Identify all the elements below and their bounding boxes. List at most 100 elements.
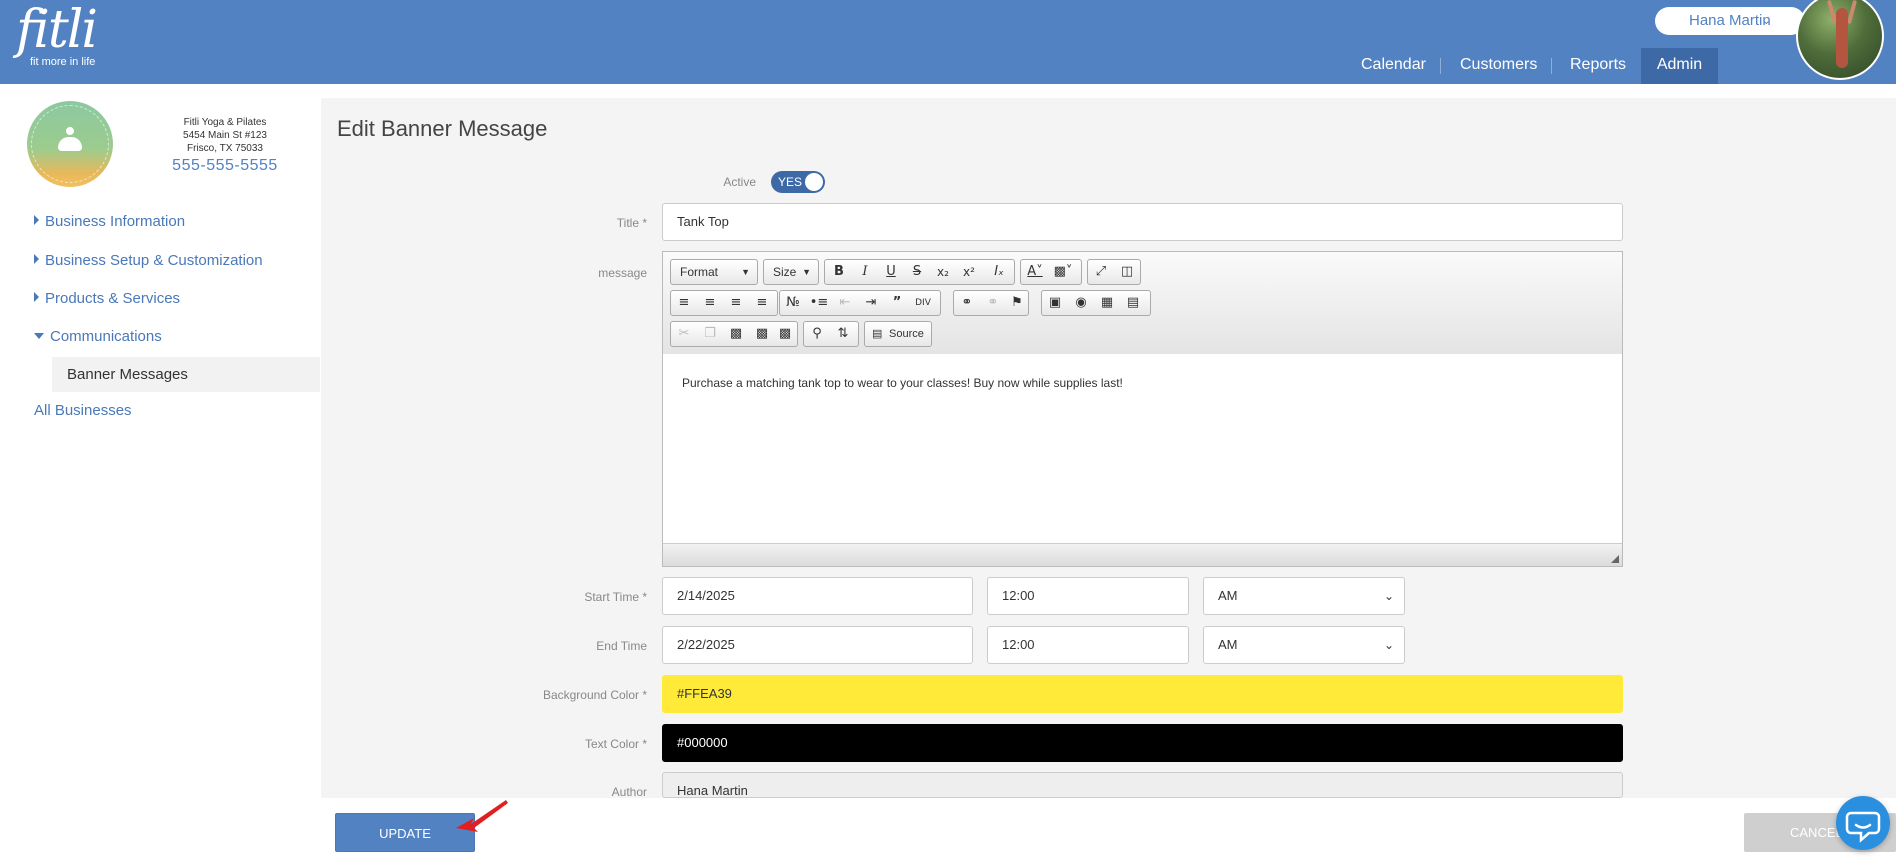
editor-toolbar: Format ▼ Size ▼ B I U S x₂ x² Iₓ A˅ ▩˅ ⤢ ◫… — [663, 252, 1622, 355]
dropdown-arrow-icon: ▼ — [741, 267, 750, 277]
sidebar-item-business-information[interactable]: Business Information — [34, 213, 185, 230]
source-icon: ▤ — [872, 328, 883, 340]
chevron-down-icon: ⌄ — [1383, 589, 1394, 603]
end-date-input[interactable]: 2/22/2025 — [662, 626, 973, 664]
format-dropdown[interactable]: Format ▼ — [670, 259, 758, 285]
author-input[interactable]: Hana Martin — [662, 772, 1623, 798]
toggle-knob — [805, 173, 823, 191]
bulleted-list-icon[interactable]: •≡ — [809, 294, 829, 312]
background-color-input[interactable]: #FFEA39 — [662, 675, 1623, 713]
fitli-logo[interactable]: fitli fit more in life — [14, 0, 104, 74]
copy-icon[interactable]: ❐ — [700, 325, 720, 343]
unlink-icon[interactable]: ⚭ — [983, 294, 1003, 312]
link-icon[interactable]: ⚭ — [957, 294, 977, 312]
numbered-list-icon[interactable]: № — [783, 294, 803, 312]
end-ampm-select[interactable]: AM ⌄ — [1203, 626, 1405, 664]
nav-calendar[interactable]: Calendar — [1361, 48, 1426, 84]
align-group: ≡ ≡ ≡ ≡ — [670, 290, 778, 316]
user-menu-button[interactable]: Hana Martin ⌄ — [1655, 7, 1805, 35]
start-time-label: Start Time * — [584, 590, 647, 604]
caret-right-icon — [34, 215, 39, 225]
replace-icon[interactable]: ⇅ — [833, 325, 853, 343]
size-dropdown[interactable]: Size ▼ — [763, 259, 819, 285]
underline-icon[interactable]: U — [881, 263, 901, 281]
blockquote-icon[interactable]: ” — [887, 294, 907, 312]
paste-icon[interactable]: ▩ — [726, 325, 746, 343]
find-icon[interactable]: ⚲ — [807, 325, 827, 343]
subscript-icon[interactable]: x₂ — [933, 263, 953, 281]
text-color-label: Text Color * — [584, 737, 647, 751]
chat-support-button[interactable] — [1836, 796, 1890, 850]
horizontal-rule-icon[interactable]: ▤ — [1123, 294, 1143, 312]
chat-icon — [1845, 811, 1881, 843]
align-right-icon[interactable]: ≡ — [726, 294, 746, 312]
italic-icon[interactable]: I — [855, 263, 875, 281]
action-bar — [321, 798, 1896, 865]
avatar[interactable] — [1796, 0, 1884, 80]
link-group: ⚭ ⚭ ⚑ — [953, 290, 1029, 316]
resize-handle-icon[interactable] — [1611, 555, 1619, 563]
source-button[interactable]: ▤ Source — [864, 321, 932, 347]
paste-word-icon[interactable]: ▩ — [775, 325, 795, 343]
caret-down-icon — [34, 333, 44, 339]
strikethrough-icon[interactable]: S — [907, 263, 927, 281]
business-logo — [27, 101, 113, 187]
color-group: A˅ ▩˅ — [1020, 259, 1082, 285]
align-justify-icon[interactable]: ≡ — [752, 294, 772, 312]
nav-admin[interactable]: Admin — [1641, 48, 1718, 84]
table-icon[interactable]: ▦ — [1097, 294, 1117, 312]
sidebar-item-communications[interactable]: Communications — [34, 328, 162, 345]
sidebar-item-all-businesses[interactable]: All Businesses — [34, 402, 132, 419]
sidebar-item-business-setup[interactable]: Business Setup & Customization — [34, 252, 263, 269]
title-input[interactable]: Tank Top — [662, 203, 1623, 241]
message-text: Purchase a matching tank top to wear to … — [682, 376, 1123, 390]
business-address-line1: 5454 Main St #123 — [183, 130, 267, 141]
align-left-icon[interactable]: ≡ — [674, 294, 694, 312]
start-date-input[interactable]: 2/14/2025 — [662, 577, 973, 615]
image-icon[interactable]: ▣ — [1045, 294, 1065, 312]
arrow-annotation-icon — [456, 800, 508, 832]
business-address-line2: Frisco, TX 75033 — [187, 143, 263, 154]
cut-icon[interactable]: ✂ — [674, 325, 694, 343]
title-label: Title * — [616, 216, 647, 230]
logo-tagline: fit more in life — [30, 56, 96, 68]
text-color-icon[interactable]: A˅ — [1025, 263, 1045, 281]
clipboard-group: ✂ ❐ ▩ ▩ ▩ — [670, 321, 798, 347]
maximize-icon[interactable]: ⤢ — [1091, 263, 1111, 281]
editor-content-area[interactable]: Purchase a matching tank top to wear to … — [663, 354, 1622, 544]
background-color-label: Background Color * — [542, 688, 647, 702]
flash-icon[interactable]: ◉ — [1071, 294, 1091, 312]
nav-customers[interactable]: Customers — [1460, 48, 1537, 84]
active-toggle[interactable]: YES — [771, 171, 825, 193]
bold-icon[interactable]: B — [829, 263, 849, 281]
active-label: Active — [723, 175, 756, 189]
page-title: Edit Banner Message — [337, 116, 548, 141]
insert-group: ▣ ◉ ▦ ▤ — [1041, 290, 1151, 316]
background-color-icon[interactable]: ▩˅ — [1053, 263, 1073, 281]
business-phone: 555-555-5555 — [172, 157, 278, 174]
nav-divider — [1440, 58, 1441, 74]
sidebar-item-products-services[interactable]: Products & Services — [34, 290, 180, 307]
sidebar-item-banner-messages[interactable]: Banner Messages — [52, 357, 320, 392]
user-name: Hana Martin — [1689, 12, 1771, 29]
end-time-label: End Time — [596, 639, 647, 653]
business-name: Fitli Yoga & Pilates — [183, 117, 267, 128]
business-address: Fitli Yoga & Pilates 5454 Main St #123 F… — [160, 116, 290, 155]
show-blocks-icon[interactable]: ◫ — [1117, 263, 1137, 281]
indent-icon[interactable]: ⇥ — [861, 294, 881, 312]
remove-format-icon[interactable]: Iₓ — [989, 263, 1009, 281]
paste-text-icon[interactable]: ▩ — [752, 325, 772, 343]
start-ampm-select[interactable]: AM ⌄ — [1203, 577, 1405, 615]
caret-right-icon — [34, 254, 39, 264]
div-container-icon[interactable]: DIV — [913, 294, 933, 312]
start-time-input[interactable]: 12:00 — [987, 577, 1189, 615]
text-style-group: B I U S x₂ x² Iₓ — [824, 259, 1015, 285]
nav-divider — [1551, 58, 1552, 74]
superscript-icon[interactable]: x² — [959, 263, 979, 281]
end-time-input[interactable]: 12:00 — [987, 626, 1189, 664]
align-center-icon[interactable]: ≡ — [700, 294, 720, 312]
nav-reports[interactable]: Reports — [1570, 48, 1626, 84]
anchor-flag-icon[interactable]: ⚑ — [1007, 294, 1027, 312]
text-color-input[interactable]: #000000 — [662, 724, 1623, 762]
outdent-icon[interactable]: ⇤ — [835, 294, 855, 312]
